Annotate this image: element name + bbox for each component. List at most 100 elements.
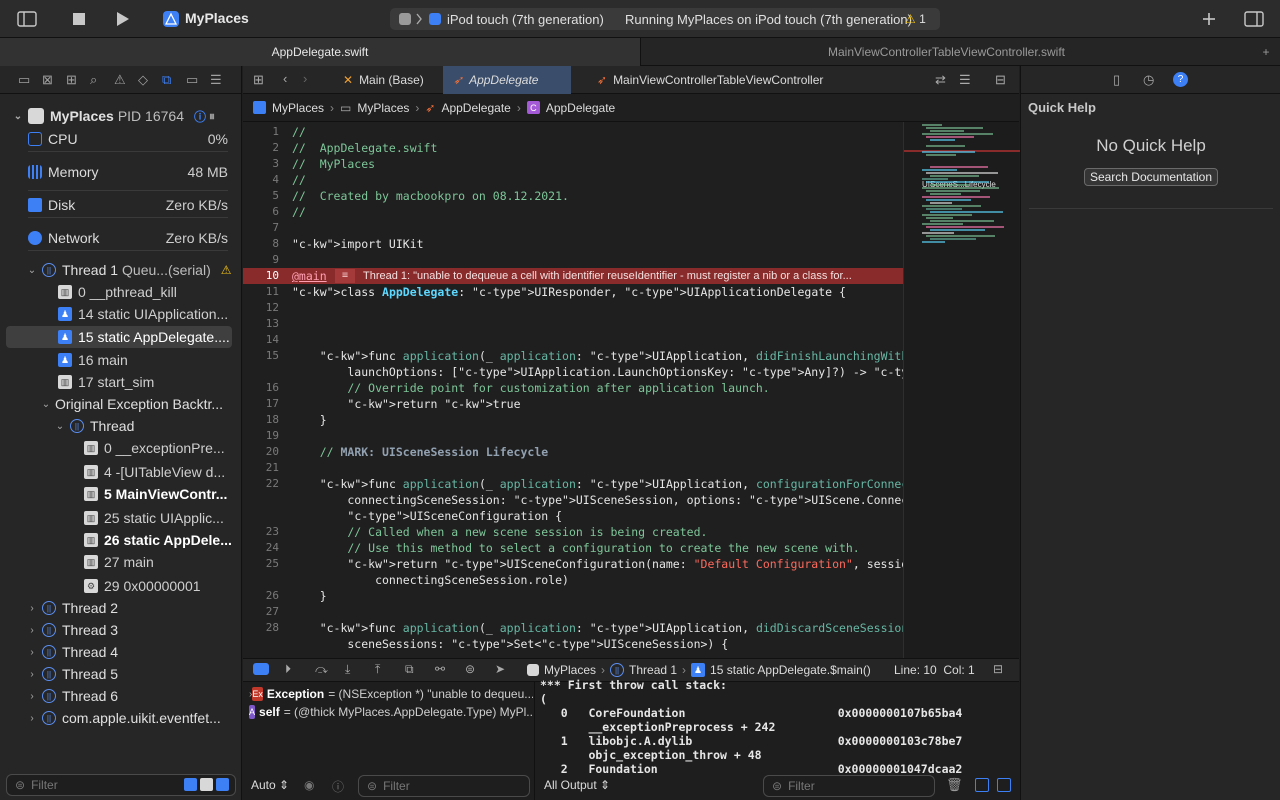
breadcrumb-item[interactable]: AppDelegate (546, 101, 615, 115)
run-destination[interactable]: iPod touch (7th generation) (447, 12, 604, 27)
line-number[interactable]: 5 (243, 188, 279, 204)
line-number[interactable]: 17 (243, 396, 279, 412)
variables-scope-popup[interactable]: Auto ⇕ (251, 778, 289, 792)
code-line[interactable]: connectingSceneSession.role) (243, 572, 903, 588)
line-number[interactable]: 20 (243, 444, 279, 460)
code-line[interactable]: 24 // Use this method to select a config… (243, 540, 903, 556)
stack-frame-row[interactable]: ♟ 16 main (0, 349, 242, 371)
grid-icon[interactable]: ⊞ (253, 72, 264, 88)
thread-row[interactable]: › || Thread 2 (0, 597, 242, 619)
code-line[interactable]: 14 (243, 332, 903, 348)
chevron-down-icon[interactable]: ⌄ (40, 399, 52, 410)
info-icon[interactable]: ⓘ (332, 778, 344, 795)
breakpoint-icon[interactable]: ▭ (186, 72, 198, 88)
eye-icon[interactable]: ◉ (304, 778, 314, 792)
toggle-console-icon[interactable]: ⊟ (993, 662, 1003, 676)
line-number[interactable]: 8 (243, 236, 279, 252)
show-console-icon[interactable] (997, 778, 1011, 792)
quick-help-icon[interactable]: ? (1173, 72, 1188, 87)
tab-mainviewcontroller-file[interactable]: MainViewControllerTableViewController.sw… (640, 38, 1252, 66)
toggle-inspector-icon[interactable] (1243, 8, 1265, 30)
code-line[interactable]: 12 (243, 300, 903, 316)
process-row[interactable]: ⌄ MyPlaces PID 16764 ⓘ ⏸ (0, 105, 242, 127)
error-list-icon[interactable]: ≡ (335, 269, 355, 283)
new-tab-icon[interactable]: + (1252, 38, 1280, 66)
code-line[interactable]: 9 (243, 252, 903, 268)
breadcrumb-item[interactable]: MyPlaces (272, 101, 324, 115)
history-icon[interactable]: ◷ (1143, 72, 1154, 88)
step-into-icon[interactable]: ⤓ (345, 662, 350, 677)
code-line[interactable]: 23 // Called when a new scene session is… (243, 524, 903, 540)
chevron-right-icon[interactable]: › (26, 603, 38, 614)
code-line[interactable]: 6 // (243, 204, 903, 220)
chevron-right-icon[interactable]: › (26, 647, 38, 658)
stack-frame-row[interactable]: ▥ 4 -[UITableView d... (0, 461, 242, 483)
file-inspector-icon[interactable]: ▯ (1113, 72, 1120, 88)
code-line[interactable]: 13 (243, 316, 903, 332)
find-icon[interactable]: ⌕ (90, 72, 97, 88)
thread-1-row[interactable]: ⌄ || Thread 1 Queu...(serial) ⚠ (0, 259, 242, 281)
stack-frame-row-selected[interactable]: ♟ 15 static AppDelegate.... (6, 326, 232, 348)
line-number[interactable]: 18 (243, 412, 279, 428)
gauge-cpu[interactable]: CPU 0% (28, 126, 228, 152)
source-control-icon[interactable]: ⊠ (42, 72, 53, 88)
line-number[interactable]: 10 (243, 268, 279, 284)
line-number[interactable]: 27 (243, 604, 279, 620)
line-number[interactable]: 19 (243, 428, 279, 444)
chevron-down-icon[interactable]: ⌄ (54, 421, 66, 432)
code-line-error[interactable]: ≡ Thread 1: "unable to dequeue a cell wit… (243, 268, 903, 284)
stack-frame-row[interactable]: ♟ 14 static UIApplication... (0, 303, 242, 325)
line-number[interactable]: 4 (243, 172, 279, 188)
stack-frame-row[interactable]: ▥ 5 MainViewContr... (0, 483, 242, 505)
minimap[interactable]: UIScenеS...Lifecycle (903, 122, 1020, 658)
code-line[interactable]: 3 // MyPlaces (243, 156, 903, 172)
continue-icon[interactable]: ⏵ (285, 662, 291, 677)
exception-thread-row[interactable]: ⌄ || Thread (0, 415, 242, 437)
report-icon[interactable]: ☰ (210, 72, 222, 88)
console-output-popup[interactable]: All Output ⇕ (544, 778, 610, 792)
chevron-down-icon[interactable]: ⌄ (26, 265, 38, 276)
breadcrumb-item[interactable]: AppDelegate (441, 101, 510, 115)
location-icon[interactable]: ➤ (495, 662, 505, 676)
chevron-right-icon[interactable]: › (26, 625, 38, 636)
debug-app[interactable]: MyPlaces (544, 663, 596, 677)
line-number[interactable]: 7 (243, 220, 279, 236)
thread-row[interactable]: › || Thread 4 (0, 641, 242, 663)
code-line[interactable]: 11 "c-kw">class AppDelegate: "c-type">UIR… (243, 284, 903, 300)
original-exception-row[interactable]: ⌄ Original Exception Backtr... (0, 393, 242, 415)
line-number[interactable]: 14 (243, 332, 279, 348)
thread-row[interactable]: › || com.apple.uikit.eventfet... (0, 707, 242, 729)
line-number[interactable]: 13 (243, 316, 279, 332)
code-line[interactable]: 26 } (243, 588, 903, 604)
pause-icon[interactable]: ⏸ (209, 109, 215, 124)
line-number[interactable]: 11 (243, 284, 279, 300)
filter-options[interactable] (184, 778, 229, 791)
gauge-network[interactable]: Network Zero KB/s (28, 225, 228, 251)
line-number[interactable]: 1 (243, 124, 279, 140)
chevron-right-icon[interactable]: › (26, 669, 38, 680)
code-line[interactable]: 21 (243, 460, 903, 476)
run-icon[interactable] (112, 8, 134, 30)
stack-frame-row[interactable]: ▥ 27 main (0, 551, 242, 573)
toggle-navigator-icon[interactable] (16, 8, 38, 30)
environment-icon[interactable]: ⊜ (465, 662, 475, 676)
debug-frame[interactable]: 15 static AppDelegate.$main() (710, 663, 871, 677)
user-filter-icon[interactable] (216, 778, 229, 791)
breadcrumb-item[interactable]: MyPlaces (357, 101, 409, 115)
search-documentation-button[interactable]: Search Documentation (1084, 168, 1218, 186)
error-message[interactable]: Thread 1: "unable to dequeue a cell with… (363, 268, 852, 284)
symbol-icon[interactable]: ⊞ (66, 72, 77, 88)
library-filter-icon[interactable] (200, 778, 213, 791)
code-line[interactable]: 15 "c-kw">func application(_ application… (243, 348, 903, 364)
tab-mainviewcontroller[interactable]: ➶ MainViewControllerTableViewController (587, 66, 833, 94)
chevron-right-icon[interactable]: › (26, 691, 38, 702)
line-number[interactable]: 22 (243, 476, 279, 492)
warning-badge[interactable]: ⚠ 1 (905, 12, 926, 26)
code-line[interactable]: 5 // Created by macbookpro on 08.12.2021. (243, 188, 903, 204)
stack-frame-row[interactable]: ▥ 25 static UIApplic... (0, 507, 242, 529)
line-number[interactable]: 3 (243, 156, 279, 172)
tab-appdelegate[interactable]: ➶ AppDelegate (443, 66, 571, 94)
editor-options-icon[interactable]: ☰ (959, 72, 971, 88)
stack-frame-row[interactable]: ⚙ 29 0x00000001 (0, 575, 242, 597)
code-line[interactable]: connectingSceneSession: "c-type">UIScene… (243, 492, 903, 508)
